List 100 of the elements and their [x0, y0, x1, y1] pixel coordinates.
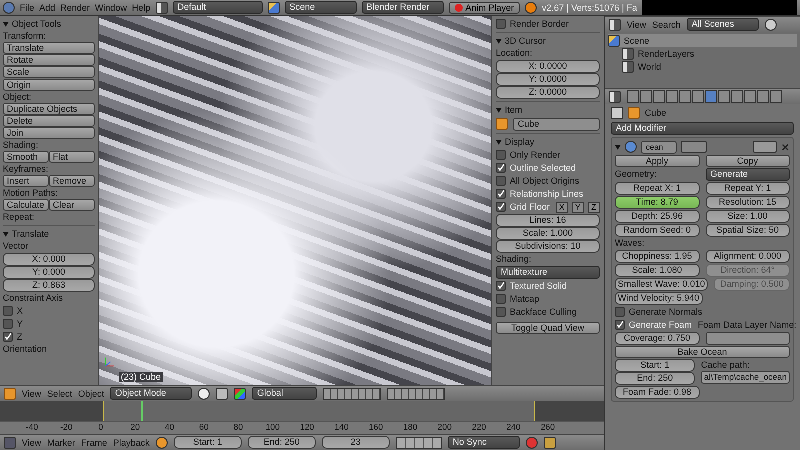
tool-button[interactable]: Clear	[49, 199, 95, 211]
number-field[interactable]: Resolution: 15	[706, 196, 790, 209]
end-frame-field[interactable]: End: 250	[248, 436, 316, 449]
tool-button[interactable]: Duplicate Objects	[3, 103, 95, 115]
number-field[interactable]: Alignment: 0.000	[706, 250, 790, 263]
geometry-dropdown[interactable]: Generate	[706, 168, 790, 181]
number-field[interactable]: Depth: 25.96	[615, 210, 700, 223]
checkbox[interactable]	[3, 306, 13, 316]
menu-item[interactable]: Marker	[47, 438, 76, 448]
tree-item[interactable]: RenderLayers	[638, 48, 695, 58]
properties-tab-icon[interactable]	[705, 90, 717, 103]
collapse-triangle-icon[interactable]	[496, 108, 502, 112]
menu-item[interactable]: Select	[47, 388, 72, 398]
collapse-triangle-icon[interactable]	[496, 38, 502, 44]
record-icon[interactable]	[526, 436, 538, 448]
editor-type-icon[interactable]	[609, 90, 621, 102]
collapse-triangle-icon[interactable]	[3, 232, 9, 236]
checkbox[interactable]	[3, 332, 13, 342]
cache-path-field[interactable]: al\Temp\cache_ocean	[701, 371, 790, 384]
checkbox[interactable]	[496, 150, 506, 160]
menu-item[interactable]: Render	[60, 2, 90, 12]
checkbox[interactable]	[496, 281, 506, 291]
number-field[interactable]: Time: 8.79	[615, 196, 700, 209]
number-field[interactable]: Subdivisions: 10	[496, 240, 600, 253]
menu-item[interactable]: Add	[40, 2, 56, 12]
number-field[interactable]: Repeat X: 1	[615, 182, 700, 195]
properties-tab-icon[interactable]	[627, 90, 639, 103]
checkbox[interactable]	[496, 202, 506, 212]
number-field[interactable]: Coverage: 0.750	[615, 332, 700, 345]
menu-item[interactable]: Object	[78, 388, 104, 398]
axis-toggle[interactable]: Y	[572, 202, 584, 212]
close-icon[interactable]	[781, 142, 790, 152]
menu-item[interactable]: Window	[95, 2, 128, 12]
tool-button[interactable]: Rotate	[3, 54, 95, 66]
tool-button[interactable]: Flat	[49, 151, 95, 163]
add-modifier-dropdown[interactable]: Add Modifier	[611, 122, 794, 135]
manipulator-icon[interactable]	[234, 388, 246, 400]
collapse-triangle-icon[interactable]	[496, 140, 502, 144]
number-field[interactable]: Smallest Wave: 0.010	[615, 278, 708, 291]
tool-button[interactable]: Join	[3, 127, 95, 139]
properties-tab-icon[interactable]	[770, 90, 782, 103]
layout-field[interactable]: Default	[172, 1, 263, 14]
tool-button[interactable]: Translate	[3, 42, 95, 54]
checkbox[interactable]	[496, 294, 506, 304]
menu-item[interactable]: View	[627, 20, 646, 30]
checkbox[interactable]	[496, 163, 506, 173]
properties-tab-icon[interactable]	[731, 90, 743, 103]
editor-type-icon[interactable]	[609, 18, 621, 30]
number-field[interactable]: Y: 0.0000	[496, 73, 600, 86]
orientation-dropdown[interactable]: Global	[252, 387, 318, 400]
number-field[interactable]: End: 250	[615, 372, 696, 385]
checkbox[interactable]	[496, 307, 506, 317]
anim-player-button[interactable]: Anim Player	[448, 2, 520, 14]
menu-item[interactable]: View	[22, 438, 42, 448]
properties-tab-icon[interactable]	[744, 90, 756, 103]
checkbox[interactable]	[3, 319, 13, 329]
number-field[interactable]: Foam Fade: 0.98	[615, 386, 700, 399]
properties-tab-icon[interactable]	[692, 90, 704, 103]
number-field[interactable]: Scale: 1.080	[615, 264, 700, 277]
scene-field[interactable]: Scene	[284, 1, 357, 14]
number-field[interactable]: X: 0.000	[3, 253, 95, 266]
tree-item[interactable]: World	[638, 62, 662, 72]
shading-dropdown[interactable]: Multitexture	[496, 266, 600, 279]
properties-tab-icon[interactable]	[679, 90, 691, 103]
apply-button[interactable]: Apply	[615, 155, 700, 167]
collapse-triangle-icon[interactable]	[3, 22, 9, 26]
number-field[interactable]: Choppiness: 1.95	[615, 250, 700, 263]
checkbox[interactable]	[496, 189, 506, 199]
number-field[interactable]: X: 0.0000	[496, 60, 600, 73]
menu-item[interactable]: Playback	[113, 438, 150, 448]
layer-buttons[interactable]	[387, 388, 446, 400]
tool-button[interactable]: Smooth	[3, 151, 49, 163]
properties-tab-icon[interactable]	[718, 90, 730, 103]
tool-button[interactable]: Calculate	[3, 199, 49, 211]
menu-item[interactable]: View	[22, 388, 42, 398]
render-engine-dropdown[interactable]: Blender Render	[362, 1, 444, 14]
text-field[interactable]	[706, 332, 790, 345]
scene-icon[interactable]	[268, 2, 280, 14]
tool-button[interactable]: Scale	[3, 66, 95, 78]
menu-item[interactable]: Help	[132, 2, 151, 12]
tool-button[interactable]: Remove	[49, 175, 95, 187]
menu-item[interactable]: Frame	[81, 438, 108, 448]
toggle-quad-view-button[interactable]: Toggle Quad View	[496, 322, 600, 334]
search-icon[interactable]	[764, 18, 777, 30]
checkbox[interactable]	[496, 19, 506, 29]
properties-tab-icon[interactable]	[757, 90, 769, 103]
name-field[interactable]: Cube	[513, 118, 600, 130]
copy-button[interactable]: Copy	[706, 155, 790, 167]
current-frame-field[interactable]: 23	[322, 436, 390, 449]
number-field[interactable]: Repeat Y: 1	[706, 182, 790, 195]
tree-item[interactable]: Scene	[624, 36, 650, 46]
layer-buttons[interactable]	[323, 388, 382, 400]
number-field[interactable]: Wind Velocity: 5.940	[615, 292, 703, 305]
number-field[interactable]: Lines: 16	[496, 214, 600, 227]
menu-item[interactable]: Search	[652, 20, 681, 30]
tool-button[interactable]: Insert	[3, 175, 49, 187]
properties-tab-icon[interactable]	[666, 90, 678, 103]
number-field[interactable]: Spatial Size: 50	[706, 224, 790, 237]
axis-toggle[interactable]: X	[556, 202, 568, 212]
mode-dropdown[interactable]: Object Mode	[110, 387, 192, 400]
